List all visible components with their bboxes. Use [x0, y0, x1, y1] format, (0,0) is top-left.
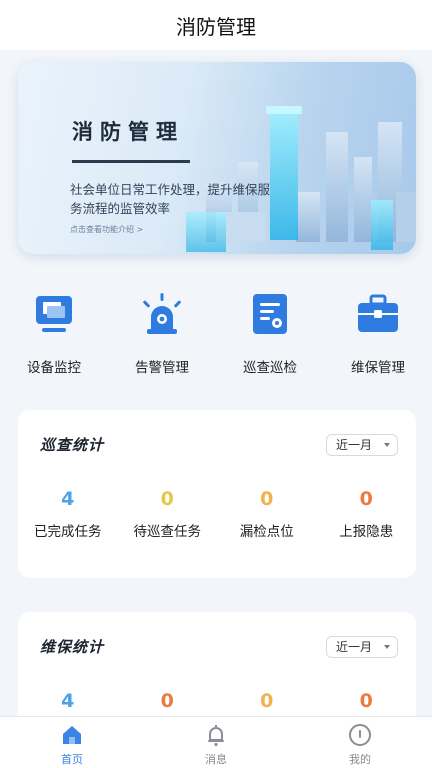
stat-label: 待巡查任务 — [133, 524, 202, 540]
profile-icon — [349, 724, 371, 746]
tab-label: 消息 — [205, 753, 227, 766]
quick-action-label: 巡查巡检 — [243, 360, 297, 376]
stat-item[interactable]: 0 — [217, 690, 317, 712]
maintenance-stats-row: 4 0 0 0 — [18, 690, 416, 712]
page-title: 消防管理 — [0, 0, 432, 50]
patrol-stats-card: 巡查统计 近一月 4 已完成任务 0 待巡查任务 0 漏检点位 0 上报隐患 — [18, 410, 416, 578]
maintenance-period-value: 近一月 — [336, 640, 373, 654]
stat-item[interactable]: 4 — [18, 690, 118, 712]
quick-action-device-monitor[interactable]: 设备监控 — [0, 290, 108, 390]
stat-label: 漏检点位 — [239, 524, 294, 540]
maintenance-stats-card: 维保统计 近一月 4 0 0 0 — [18, 612, 416, 732]
monitor-icon — [30, 290, 78, 338]
inspection-icon — [246, 290, 294, 338]
stat-value: 0 — [260, 690, 274, 712]
stat-value: 4 — [61, 690, 75, 712]
quick-action-label: 告警管理 — [135, 360, 189, 376]
banner-intro-link[interactable]: 点击查看功能介绍 > — [70, 224, 143, 235]
quick-action-inspection[interactable]: 巡查巡检 — [216, 290, 324, 390]
patrol-stats-title: 巡查统计 — [40, 436, 109, 457]
quick-action-label: 设备监控 — [27, 360, 81, 376]
bottom-tab-bar: 首页 消息 我的 — [0, 716, 432, 768]
alarm-icon — [138, 290, 186, 338]
quick-action-label: 维保管理 — [351, 360, 405, 376]
stat-label: 上报隐患 — [339, 524, 394, 540]
tab-home[interactable]: 首页 — [0, 717, 144, 768]
home-icon — [63, 726, 81, 744]
tab-label: 首页 — [61, 753, 83, 766]
stat-completed-tasks[interactable]: 4 已完成任务 — [18, 488, 118, 540]
stat-value: 0 — [359, 690, 373, 712]
banner-title: 消防管理 — [72, 120, 184, 144]
patrol-period-select[interactable]: 近一月 — [326, 434, 398, 456]
tab-messages[interactable]: 消息 — [144, 717, 288, 768]
quick-actions: 设备监控 告警管理 巡查巡检 维保管理 — [0, 290, 432, 390]
banner-description: 社会单位日常工作处理，提升维保服务流程的监管效率 — [70, 182, 271, 216]
tab-label: 我的 — [349, 753, 371, 766]
banner-divider — [72, 160, 190, 163]
stat-value: 0 — [359, 488, 373, 510]
patrol-period-value: 近一月 — [336, 438, 373, 452]
chevron-down-icon — [384, 443, 390, 447]
stat-pending-tasks[interactable]: 0 待巡查任务 — [118, 488, 218, 540]
stat-item[interactable]: 0 — [317, 690, 417, 712]
stat-reported-hazards[interactable]: 0 上报隐患 — [317, 488, 417, 540]
stat-value: 0 — [160, 488, 174, 510]
stat-value: 0 — [260, 488, 274, 510]
tab-profile[interactable]: 我的 — [288, 717, 432, 768]
chevron-down-icon — [384, 645, 390, 649]
maintenance-period-select[interactable]: 近一月 — [326, 636, 398, 658]
maintenance-stats-title: 维保统计 — [40, 638, 109, 659]
hero-banner[interactable]: 消防管理 社会单位日常工作处理，提升维保服务流程的监管效率 点击查看功能介绍 > — [18, 62, 416, 254]
stat-value: 0 — [160, 690, 174, 712]
quick-action-maintenance[interactable]: 维保管理 — [324, 290, 432, 390]
stat-item[interactable]: 0 — [118, 690, 218, 712]
stat-missed-points[interactable]: 0 漏检点位 — [217, 488, 317, 540]
bell-icon — [208, 725, 224, 747]
stat-value: 4 — [61, 488, 75, 510]
quick-action-alarm[interactable]: 告警管理 — [108, 290, 216, 390]
patrol-stats-row: 4 已完成任务 0 待巡查任务 0 漏检点位 0 上报隐患 — [18, 488, 416, 540]
stat-label: 已完成任务 — [34, 524, 102, 540]
city-illustration — [186, 106, 416, 252]
toolbox-icon — [354, 290, 402, 338]
